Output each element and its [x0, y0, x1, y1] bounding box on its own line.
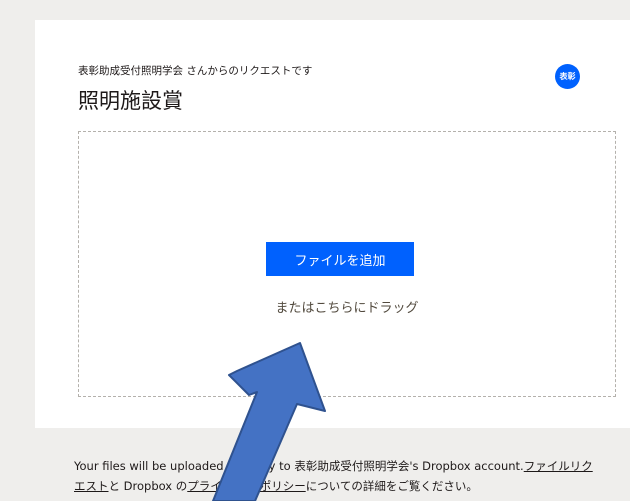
requester-avatar: 表彰 [555, 64, 580, 89]
drag-hint-text: またはこちらにドラッグ [275, 301, 419, 316]
requester-line: 表彰助成受付照明学会 さんからのリクエストです [78, 65, 313, 77]
add-file-button[interactable]: ファイルを追加 [266, 242, 414, 276]
file-request-card: 表彰助成受付照明学会 さんからのリクエストです 照明施設賞 表彰 ファイルを追加… [35, 20, 630, 428]
footer-text-middle: と Dropbox の [108, 479, 188, 493]
file-dropzone[interactable]: ファイルを追加 またはこちらにドラッグ [78, 131, 616, 397]
footer-notice: Your files will be uploaded securely to … [74, 456, 604, 496]
request-title: 照明施設賞 [78, 89, 183, 113]
page: 表彰助成受付照明学会 さんからのリクエストです 照明施設賞 表彰 ファイルを追加… [0, 0, 630, 501]
footer-text-after: についての詳細をご覧ください。 [305, 479, 478, 493]
privacy-policy-link[interactable]: プライバシー ポリシー [187, 479, 305, 493]
footer-text-before: Your files will be uploaded securely to … [74, 459, 524, 473]
